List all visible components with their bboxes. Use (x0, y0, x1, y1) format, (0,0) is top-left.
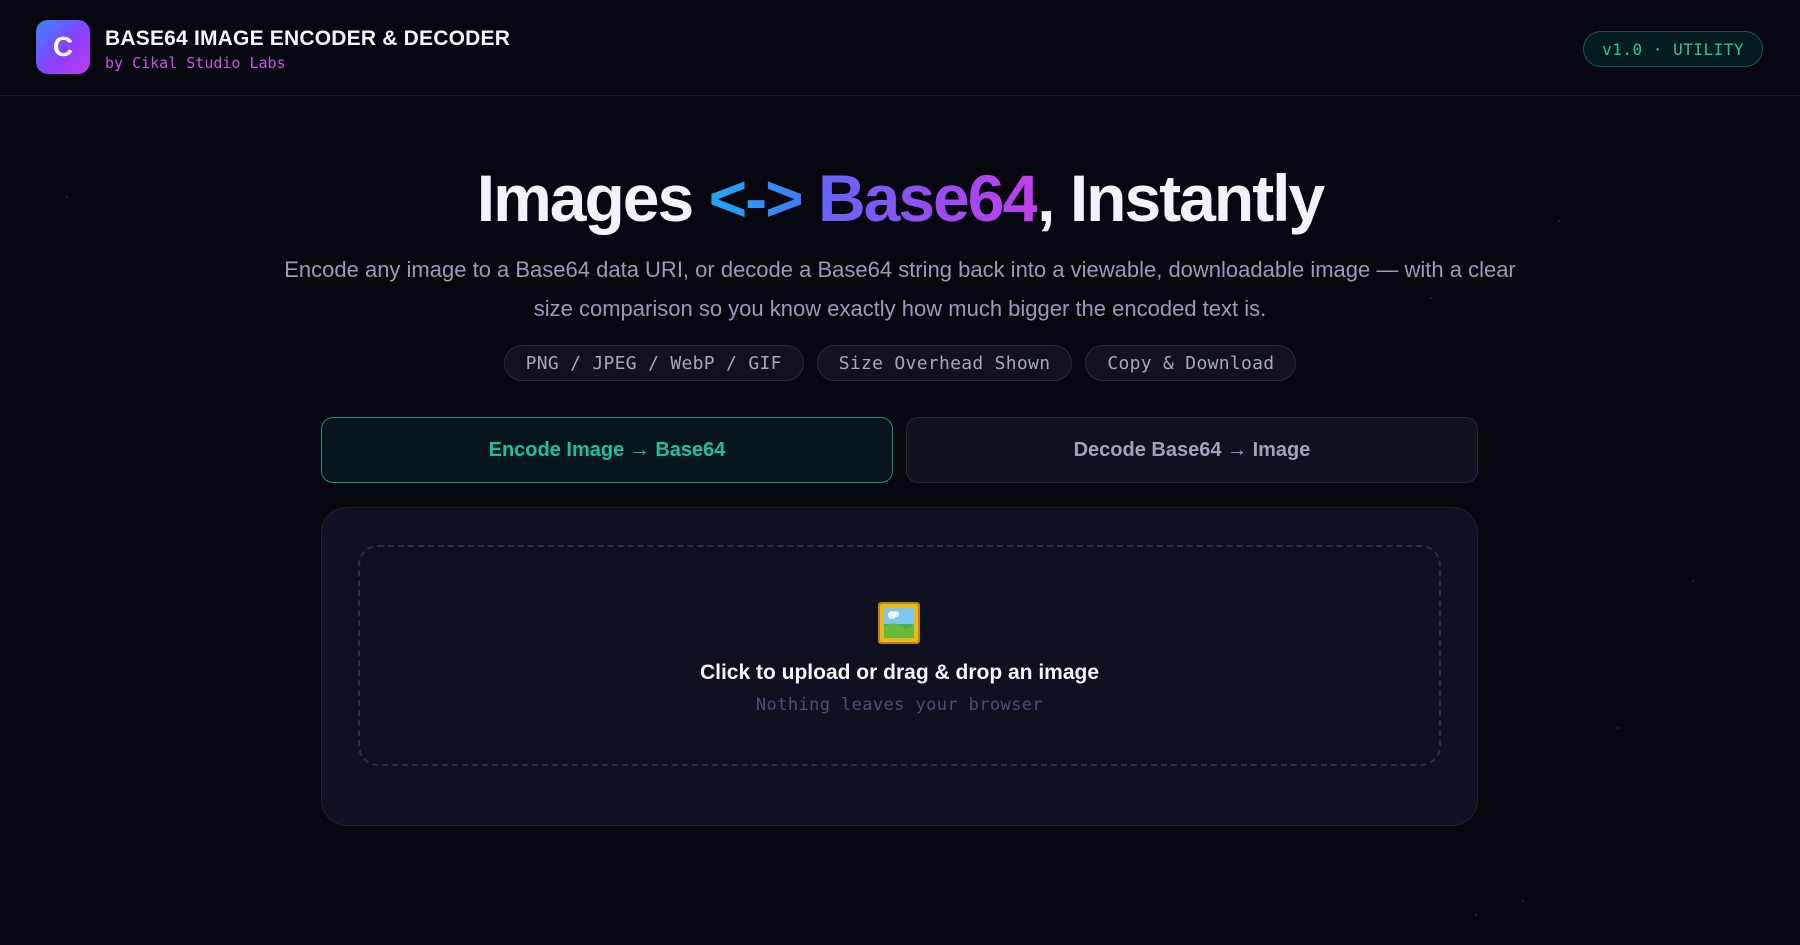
hero-title-arrow: <-> (708, 161, 804, 235)
app-subtitle: by Cikal Studio Labs (105, 54, 286, 72)
background-star (1692, 580, 1694, 582)
pill-copy-download: Copy & Download (1085, 345, 1297, 381)
image-dropzone[interactable]: Click to upload or drag & drop an image … (358, 545, 1441, 766)
version-badge: v1.0 · UTILITY (1583, 31, 1763, 67)
app-title: BASE64 IMAGE ENCODER & DECODER (105, 27, 511, 50)
hero-description: Encode any image to a Base64 data URI, o… (284, 257, 1516, 321)
encoder-card: Click to upload or drag & drop an image … (321, 507, 1478, 826)
background-star (1475, 914, 1477, 916)
hero-title: Images <-> Base64, Instantly (0, 158, 1800, 238)
app-header: C BASE64 IMAGE ENCODER & DECODER by Cika… (0, 0, 1800, 96)
hero-title-base64: Base64 (801, 161, 1039, 235)
dropzone-title: Click to upload or drag & drop an image (699, 661, 1100, 684)
framed-picture-icon (878, 602, 920, 644)
logo-letter: C (52, 31, 74, 62)
tab-encode[interactable]: Encode Image → Base64 (321, 417, 893, 483)
pill-size-overhead: Size Overhead Shown (816, 345, 1073, 381)
hero-title-images: Images (476, 161, 709, 235)
app-logo: C (36, 20, 90, 74)
dropzone-subtitle: Nothing leaves your browser (755, 695, 1044, 715)
tab-decode[interactable]: Decode Base64 → Image (906, 417, 1478, 483)
hero-title-instantly: , Instantly (1037, 161, 1325, 235)
background-star (1617, 727, 1619, 729)
background-star (1522, 900, 1524, 902)
feature-pills: PNG / JPEG / WebP / GIF Size Overhead Sh… (0, 345, 1800, 381)
pill-formats: PNG / JPEG / WebP / GIF (503, 345, 804, 381)
